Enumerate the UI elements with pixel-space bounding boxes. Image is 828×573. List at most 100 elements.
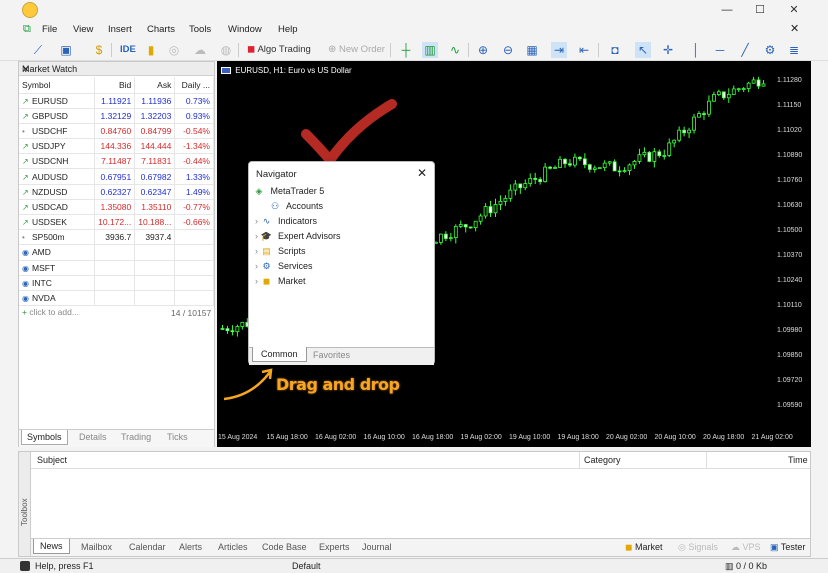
tab-code-base[interactable]: Code Base: [262, 542, 307, 552]
menu-help[interactable]: Help: [278, 24, 298, 35]
expand-icon[interactable]: ›: [255, 216, 258, 226]
shapes-icon[interactable]: ⚙: [762, 42, 778, 58]
zoom-out-icon[interactable]: ⊖: [500, 42, 516, 58]
table-row[interactable]: ↗ AUDUSD 0.67951 0.67982 1.33%: [19, 168, 214, 185]
column-bid[interactable]: Bid: [94, 77, 136, 94]
column-daily[interactable]: Daily ...: [174, 77, 214, 94]
tab-journal[interactable]: Journal: [362, 542, 392, 552]
status-profile[interactable]: Default: [292, 561, 321, 571]
screenshot-icon[interactable]: ◘: [607, 42, 623, 58]
candlestick-icon[interactable]: ▥: [422, 42, 438, 58]
nav-item-services[interactable]: › ⚙ Services: [255, 261, 313, 272]
expand-icon[interactable]: ›: [255, 231, 258, 241]
nav-item-market[interactable]: › ◼ Market: [255, 276, 306, 287]
table-row[interactable]: ↗ NZDUSD 0.62327 0.62347 1.49%: [19, 184, 214, 200]
tab-favorites[interactable]: Favorites: [313, 350, 350, 360]
menu-view[interactable]: View: [73, 24, 93, 35]
minimize-button[interactable]: —: [715, 2, 739, 18]
vps-button[interactable]: ☁ VPS: [731, 542, 761, 553]
grid-icon[interactable]: ▦: [524, 42, 540, 58]
horizontal-line-icon[interactable]: ─: [712, 42, 728, 58]
price-tick-label: 1.09980: [777, 327, 803, 334]
menu-charts[interactable]: Charts: [147, 24, 175, 35]
tab-articles[interactable]: Articles: [218, 542, 248, 552]
tester-button[interactable]: ▣ Tester: [770, 542, 805, 553]
close-chart-icon[interactable]: ✕: [790, 22, 799, 35]
menu-insert[interactable]: Insert: [108, 24, 132, 35]
table-row[interactable]: • USDCHF 0.84760 0.84799 -0.54%: [19, 123, 214, 140]
globe-icon[interactable]: ◍: [218, 42, 234, 58]
nav-item-expert-advisors[interactable]: › 🎓 Expert Advisors: [255, 231, 341, 242]
tab-details[interactable]: Details: [79, 432, 107, 442]
signals-button[interactable]: ◎ Signals: [678, 542, 718, 553]
nav-item-indicators[interactable]: › ∿ Indicators: [255, 216, 317, 227]
table-row[interactable]: ↗ GBPUSD 1.32129 1.32203 0.93%: [19, 108, 214, 124]
template-icon[interactable]: ▣: [58, 42, 74, 58]
table-row[interactable]: ↗ USDCAD 1.35080 1.35110 -0.77%: [19, 199, 214, 216]
market-button[interactable]: ◼ Market: [625, 542, 663, 553]
candle-body: [751, 79, 756, 84]
close-button[interactable]: ✕: [782, 2, 806, 18]
menu-file[interactable]: File: [42, 24, 57, 35]
column-time[interactable]: Time: [788, 455, 808, 465]
menu-tools[interactable]: Tools: [189, 24, 211, 35]
table-row[interactable]: ◉ AMD: [19, 244, 214, 261]
ide-button[interactable]: IDE: [120, 42, 136, 58]
nav-item-accounts[interactable]: ⚇ Accounts: [269, 201, 323, 212]
algo-trading-button[interactable]: ◼ Algo Trading: [247, 42, 311, 58]
signal-icon[interactable]: ◎: [166, 42, 182, 58]
candle-body: [513, 183, 518, 191]
menu-window[interactable]: Window: [228, 24, 262, 35]
nav-root[interactable]: ◈ MetaTrader 5: [253, 186, 325, 197]
candle-body: [716, 91, 721, 95]
zoom-in-icon[interactable]: ⊕: [475, 42, 491, 58]
tab-news[interactable]: News: [33, 539, 70, 554]
table-row[interactable]: ◉ MSFT: [19, 260, 214, 276]
expand-icon[interactable]: ›: [255, 276, 258, 286]
add-symbol-row[interactable]: + click to add...: [22, 307, 79, 317]
expand-icon[interactable]: ›: [255, 246, 258, 256]
auto-scroll-icon[interactable]: ⇥: [551, 42, 567, 58]
maximize-button[interactable]: ☐: [748, 2, 772, 18]
table-row[interactable]: ↗ USDSEK 10.172... 10.188... -0.66%: [19, 214, 214, 231]
fibonacci-icon[interactable]: ≣: [786, 42, 802, 58]
table-row[interactable]: • SP500m 3936.7 3937.4: [19, 229, 214, 246]
new-order-button[interactable]: ⊕ New Order: [328, 42, 385, 58]
cursor-icon[interactable]: ↖: [635, 42, 651, 58]
tab-symbols[interactable]: Symbols: [21, 430, 68, 445]
chart-type-icon[interactable]: ⟋: [30, 42, 46, 58]
tab-mailbox[interactable]: Mailbox: [81, 542, 112, 552]
table-row[interactable]: ◉ NVDA: [19, 290, 214, 307]
crosshair-icon[interactable]: ✛: [660, 42, 676, 58]
column-symbol[interactable]: Symbol: [19, 77, 96, 94]
tab-alerts[interactable]: Alerts: [179, 542, 202, 552]
chart-shift-icon[interactable]: ⇤: [576, 42, 592, 58]
dollar-icon[interactable]: $: [91, 42, 107, 58]
tab-experts[interactable]: Experts: [319, 542, 350, 552]
tab-common[interactable]: Common: [252, 347, 307, 362]
column-subject[interactable]: Subject: [37, 455, 67, 465]
app-menu-icon[interactable]: ⧉: [23, 23, 31, 36]
close-icon[interactable]: ✕: [417, 166, 427, 180]
column-category[interactable]: Category: [584, 455, 621, 465]
tab-ticks[interactable]: Ticks: [167, 432, 188, 442]
line-chart-icon[interactable]: ∿: [447, 42, 463, 58]
navigator-panel[interactable]: Navigator ✕ ◈ MetaTrader 5 ⚇ Accounts › …: [248, 161, 435, 365]
tab-calendar[interactable]: Calendar: [129, 542, 166, 552]
bid-cell: 0.67951: [94, 168, 136, 185]
price-tick-label: 1.10240: [777, 277, 803, 284]
tab-trading[interactable]: Trading: [121, 432, 151, 442]
table-row[interactable]: ↗ USDCNH 7.11487 7.11831 -0.44%: [19, 153, 214, 170]
table-row[interactable]: ↗ USDJPY 144.336 144.444 -1.34%: [19, 138, 214, 155]
lock-icon[interactable]: ▮: [143, 42, 159, 58]
close-icon[interactable]: ✕: [22, 64, 211, 75]
bar-chart-icon[interactable]: ┼: [398, 42, 414, 58]
table-row[interactable]: ↗ EURUSD 1.11921 1.11936 0.73%: [19, 93, 214, 109]
nav-item-scripts[interactable]: › ▤ Scripts: [255, 246, 306, 257]
cloud-icon[interactable]: ☁: [192, 42, 208, 58]
table-row[interactable]: ◉ INTC: [19, 275, 214, 291]
vertical-line-icon[interactable]: │: [688, 42, 704, 58]
column-ask[interactable]: Ask: [134, 77, 176, 94]
trendline-icon[interactable]: ╱: [737, 42, 753, 58]
expand-icon[interactable]: ›: [255, 261, 258, 271]
